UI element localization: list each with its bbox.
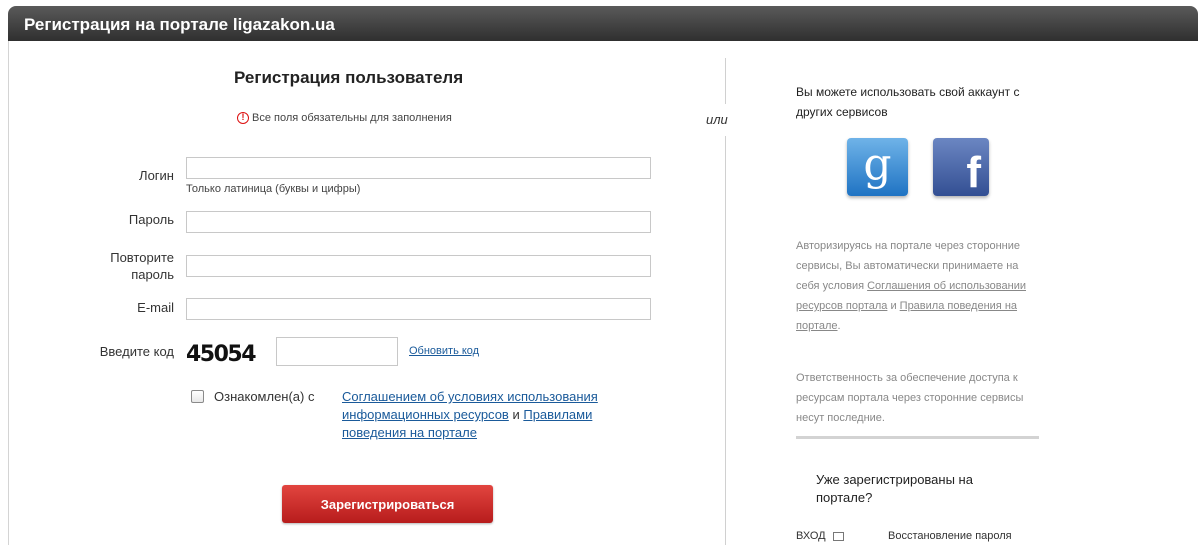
frame-border (8, 41, 9, 545)
repeat-password-input[interactable] (186, 255, 651, 277)
required-note-text: Все поля обязательны для заполнения (252, 112, 452, 124)
password-input[interactable] (186, 211, 651, 233)
already-registered-text: Уже зарегистрированы на портале? (816, 472, 973, 505)
refresh-code-link[interactable]: Обновить код (409, 345, 479, 357)
login-hint: Только латиница (буквы и цифры) (186, 183, 361, 195)
captcha-text: 45054 (186, 342, 256, 364)
social-terms-note: Авторизируясь на портале через сторонние… (796, 236, 1041, 336)
login-input[interactable] (186, 157, 651, 179)
code-label: Введите код (99, 344, 174, 359)
login-icon (832, 531, 844, 541)
social-title: Вы можете использовать свой аккаунт с др… (796, 85, 1020, 119)
responsibility-note: Ответственность за обеспечение доступа к… (796, 372, 1024, 424)
repeat-password-label-line1: Повторите (110, 250, 174, 265)
facebook-login-button[interactable]: f (933, 138, 989, 196)
social-note-and: и (887, 300, 900, 312)
login-label: Логин (139, 168, 174, 183)
divider-top (725, 58, 726, 104)
social-note-end: . (837, 320, 841, 332)
page-title: Регистрация на портале ligazakon.ua (24, 15, 335, 34)
google-icon: g (863, 139, 892, 190)
agree-and: и (508, 407, 524, 422)
section-separator (796, 436, 1039, 439)
divider-bottom (725, 136, 726, 545)
email-label: E-mail (137, 300, 174, 315)
login-link-label: ВХОД (796, 530, 826, 542)
required-note: ! Все поля обязательны для заполнения (237, 112, 452, 124)
email-input[interactable] (186, 298, 651, 320)
facebook-icon: f (966, 148, 981, 196)
captcha-input[interactable] (276, 337, 398, 366)
login-link[interactable]: ВХОД (796, 530, 844, 542)
agree-checkbox[interactable] (191, 390, 204, 403)
page-header: Регистрация на портале ligazakon.ua (8, 6, 1198, 41)
password-label: Пароль (128, 212, 174, 227)
restore-password-link[interactable]: Восстановление пароля (888, 530, 1012, 542)
register-button[interactable]: Зарегистрироваться (282, 485, 493, 523)
repeat-password-label: Повторите пароль (90, 249, 174, 283)
or-separator: или (706, 112, 728, 127)
agree-text: Соглашением об условиях использования ин… (342, 388, 642, 442)
captcha-image: 45054 (186, 342, 258, 364)
repeat-password-label-line2: пароль (131, 267, 174, 282)
form-title: Регистрация пользователя (234, 68, 464, 87)
google-login-button[interactable]: g (847, 138, 908, 196)
agree-label: Ознакомлен(а) с (214, 389, 315, 404)
warning-icon: ! (237, 112, 249, 124)
